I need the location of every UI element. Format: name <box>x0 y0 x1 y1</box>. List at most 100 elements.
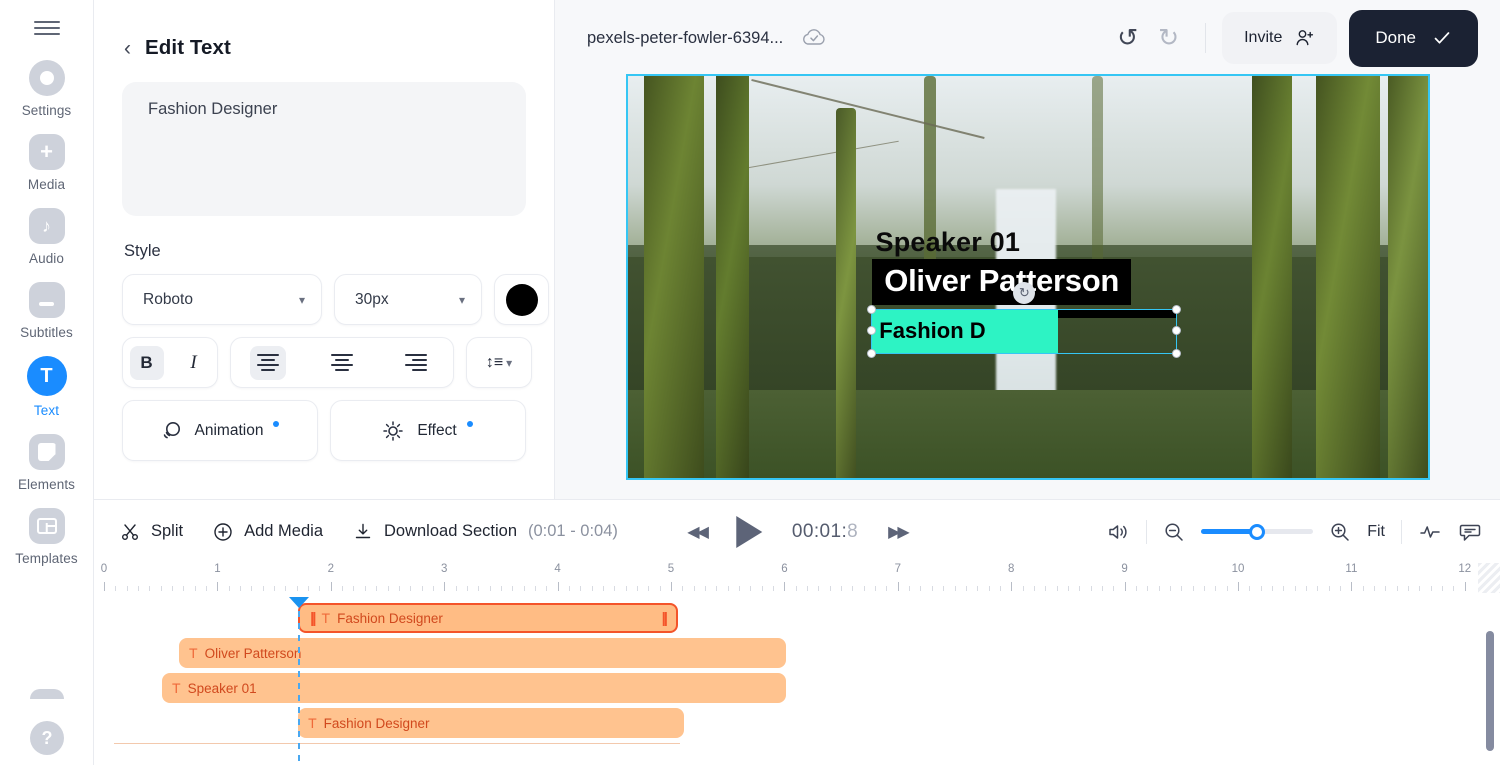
waveform-icon[interactable] <box>1418 521 1442 543</box>
redo-icon[interactable]: ↻ <box>1148 25 1189 51</box>
play-icon[interactable] <box>735 515 762 548</box>
timeline-scrollbar-thumb[interactable] <box>1486 631 1494 751</box>
ruler-tick-minor <box>852 586 854 591</box>
clip-trim-handle-left[interactable]: || <box>310 610 317 627</box>
clip-trim-handle-right[interactable]: || <box>662 610 669 627</box>
sidebar-item-text[interactable]: T Text <box>0 356 94 418</box>
done-button[interactable]: Done <box>1349 9 1478 67</box>
clip-label: Fashion Designer <box>337 610 443 626</box>
plus-circle-icon <box>214 522 232 541</box>
overlay-name-text[interactable]: Oliver Patterson <box>872 258 1131 305</box>
animation-button[interactable]: Animation <box>122 400 318 461</box>
align-right-button[interactable] <box>398 346 434 380</box>
ruler-tick-minor <box>1419 586 1421 591</box>
timeline-clip[interactable]: T Speaker 01 <box>162 673 786 703</box>
video-canvas[interactable]: Speaker 01 Oliver Patterson Fashion D ↻ <box>625 74 1430 480</box>
collapse-icon[interactable] <box>30 689 64 699</box>
ruler-tick-minor <box>172 586 174 591</box>
comment-icon[interactable] <box>1458 521 1482 543</box>
help-icon[interactable]: ? <box>30 721 64 755</box>
zoom-out-icon[interactable] <box>1163 521 1185 543</box>
overlay-speaker-text[interactable]: Speaker 01 <box>876 227 1021 258</box>
align-left-button[interactable] <box>250 345 286 380</box>
sidebar-item-elements[interactable]: Elements <box>0 434 94 492</box>
ruler-tick-minor <box>1374 586 1376 591</box>
ruler-tick-major <box>330 582 332 591</box>
text-input[interactable]: Fashion Designer <box>122 82 526 216</box>
ruler-tick-minor <box>1033 586 1035 591</box>
preview-area: pexels-peter-fowler-6394... ↺ ↻ Invite D… <box>555 0 1500 499</box>
ruler-tick-major <box>444 582 446 591</box>
ruler-tick-minor <box>1283 586 1285 591</box>
ruler-tick-minor <box>342 586 344 591</box>
sidebar-item-settings[interactable]: Settings <box>0 60 94 118</box>
text-color-picker[interactable] <box>494 274 549 325</box>
resize-handle-br[interactable] <box>1172 348 1182 358</box>
undo-icon[interactable]: ↺ <box>1107 25 1148 51</box>
ruler-tick-minor <box>1090 586 1092 591</box>
skip-back-icon[interactable]: ◀◀ <box>687 522 709 542</box>
resize-handle-bl[interactable] <box>867 348 877 358</box>
elements-icon <box>28 434 65 470</box>
sidebar-item-templates[interactable]: Templates <box>0 508 94 566</box>
hamburger-icon[interactable] <box>33 18 60 38</box>
ruler-tick-minor <box>500 586 502 591</box>
zoom-slider-knob[interactable] <box>1249 523 1266 540</box>
ruler-tick-minor <box>1022 586 1024 591</box>
ruler-tick-minor <box>580 586 582 591</box>
font-family-select[interactable]: Roboto ▾ <box>122 274 322 325</box>
split-button[interactable]: Split <box>120 522 183 542</box>
project-filename[interactable]: pexels-peter-fowler-6394... <box>587 29 783 48</box>
ruler-tick-label: 10 <box>1231 563 1245 575</box>
line-height-button[interactable]: ↕≡ ▾ <box>466 337 532 388</box>
ruler-tick-minor <box>353 586 355 591</box>
timeline-clip[interactable]: T Fashion Designer <box>298 708 684 738</box>
ruler-tick-minor <box>705 586 707 591</box>
effect-button[interactable]: Effect <box>330 400 526 461</box>
sidebar-item-subtitles[interactable]: Subtitles <box>0 282 94 340</box>
timeline-clip[interactable]: T Oliver Patterson <box>179 638 786 668</box>
ruler-tick-minor <box>625 586 627 591</box>
fit-button[interactable]: Fit <box>1367 523 1385 541</box>
bold-button[interactable]: B <box>129 345 164 380</box>
ruler-tick-minor <box>1294 586 1296 591</box>
sidebar-item-media[interactable]: + Media <box>0 134 94 192</box>
font-size-value: 30px <box>355 290 389 308</box>
italic-button[interactable]: I <box>177 346 211 380</box>
ruler-tick-minor <box>682 586 684 591</box>
clip-label: Speaker 01 <box>187 680 257 696</box>
font-row: Roboto ▾ 30px ▾ <box>122 274 549 325</box>
ruler-tick-minor <box>614 586 616 591</box>
ruler-tick-minor <box>251 586 253 591</box>
sidebar-bottom: ? <box>0 689 94 755</box>
effect-icon <box>383 420 404 441</box>
font-size-select[interactable]: 30px ▾ <box>334 274 482 325</box>
text-clip-icon: T <box>189 645 198 661</box>
download-section-button[interactable]: Download Section (0:01 - 0:04) <box>353 522 618 542</box>
volume-icon[interactable] <box>1106 521 1130 543</box>
playhead-handle[interactable] <box>289 597 310 608</box>
ruler-tick-minor <box>829 586 831 591</box>
selected-text-overlay[interactable]: Fashion D ↻ <box>867 282 1182 358</box>
timeline-ruler[interactable]: 0 1 2 3 4 5 6 7 8 9 10 11 12 <box>101 563 1500 593</box>
timecode: 00:01:8 <box>792 521 858 543</box>
ruler-tick-minor <box>421 586 423 591</box>
invite-button[interactable]: Invite <box>1222 12 1338 64</box>
ruler-tick-minor <box>1362 586 1364 591</box>
sidebar-item-label: Media <box>27 177 66 192</box>
skip-forward-icon[interactable]: ▶▶ <box>888 522 910 542</box>
effects-row: Animation Effect <box>122 400 526 461</box>
ruler-tick-major <box>557 582 559 591</box>
ruler-tick-minor <box>376 586 378 591</box>
add-media-button[interactable]: Add Media <box>213 522 323 542</box>
ruler-tick-minor <box>716 586 718 591</box>
zoom-slider[interactable] <box>1201 523 1314 540</box>
playhead[interactable] <box>289 595 310 763</box>
timeline-clip[interactable]: || T Fashion Designer || <box>298 603 678 633</box>
zoom-in-icon[interactable] <box>1329 521 1351 543</box>
align-center-button[interactable] <box>324 346 360 380</box>
rotate-handle-icon[interactable]: ↻ <box>1013 282 1036 305</box>
video-editor-app: Settings + Media ♪ Audio Subtitles T Tex… <box>0 0 1500 765</box>
chevron-left-icon[interactable]: ‹ <box>124 38 131 59</box>
sidebar-item-audio[interactable]: ♪ Audio <box>0 208 94 266</box>
